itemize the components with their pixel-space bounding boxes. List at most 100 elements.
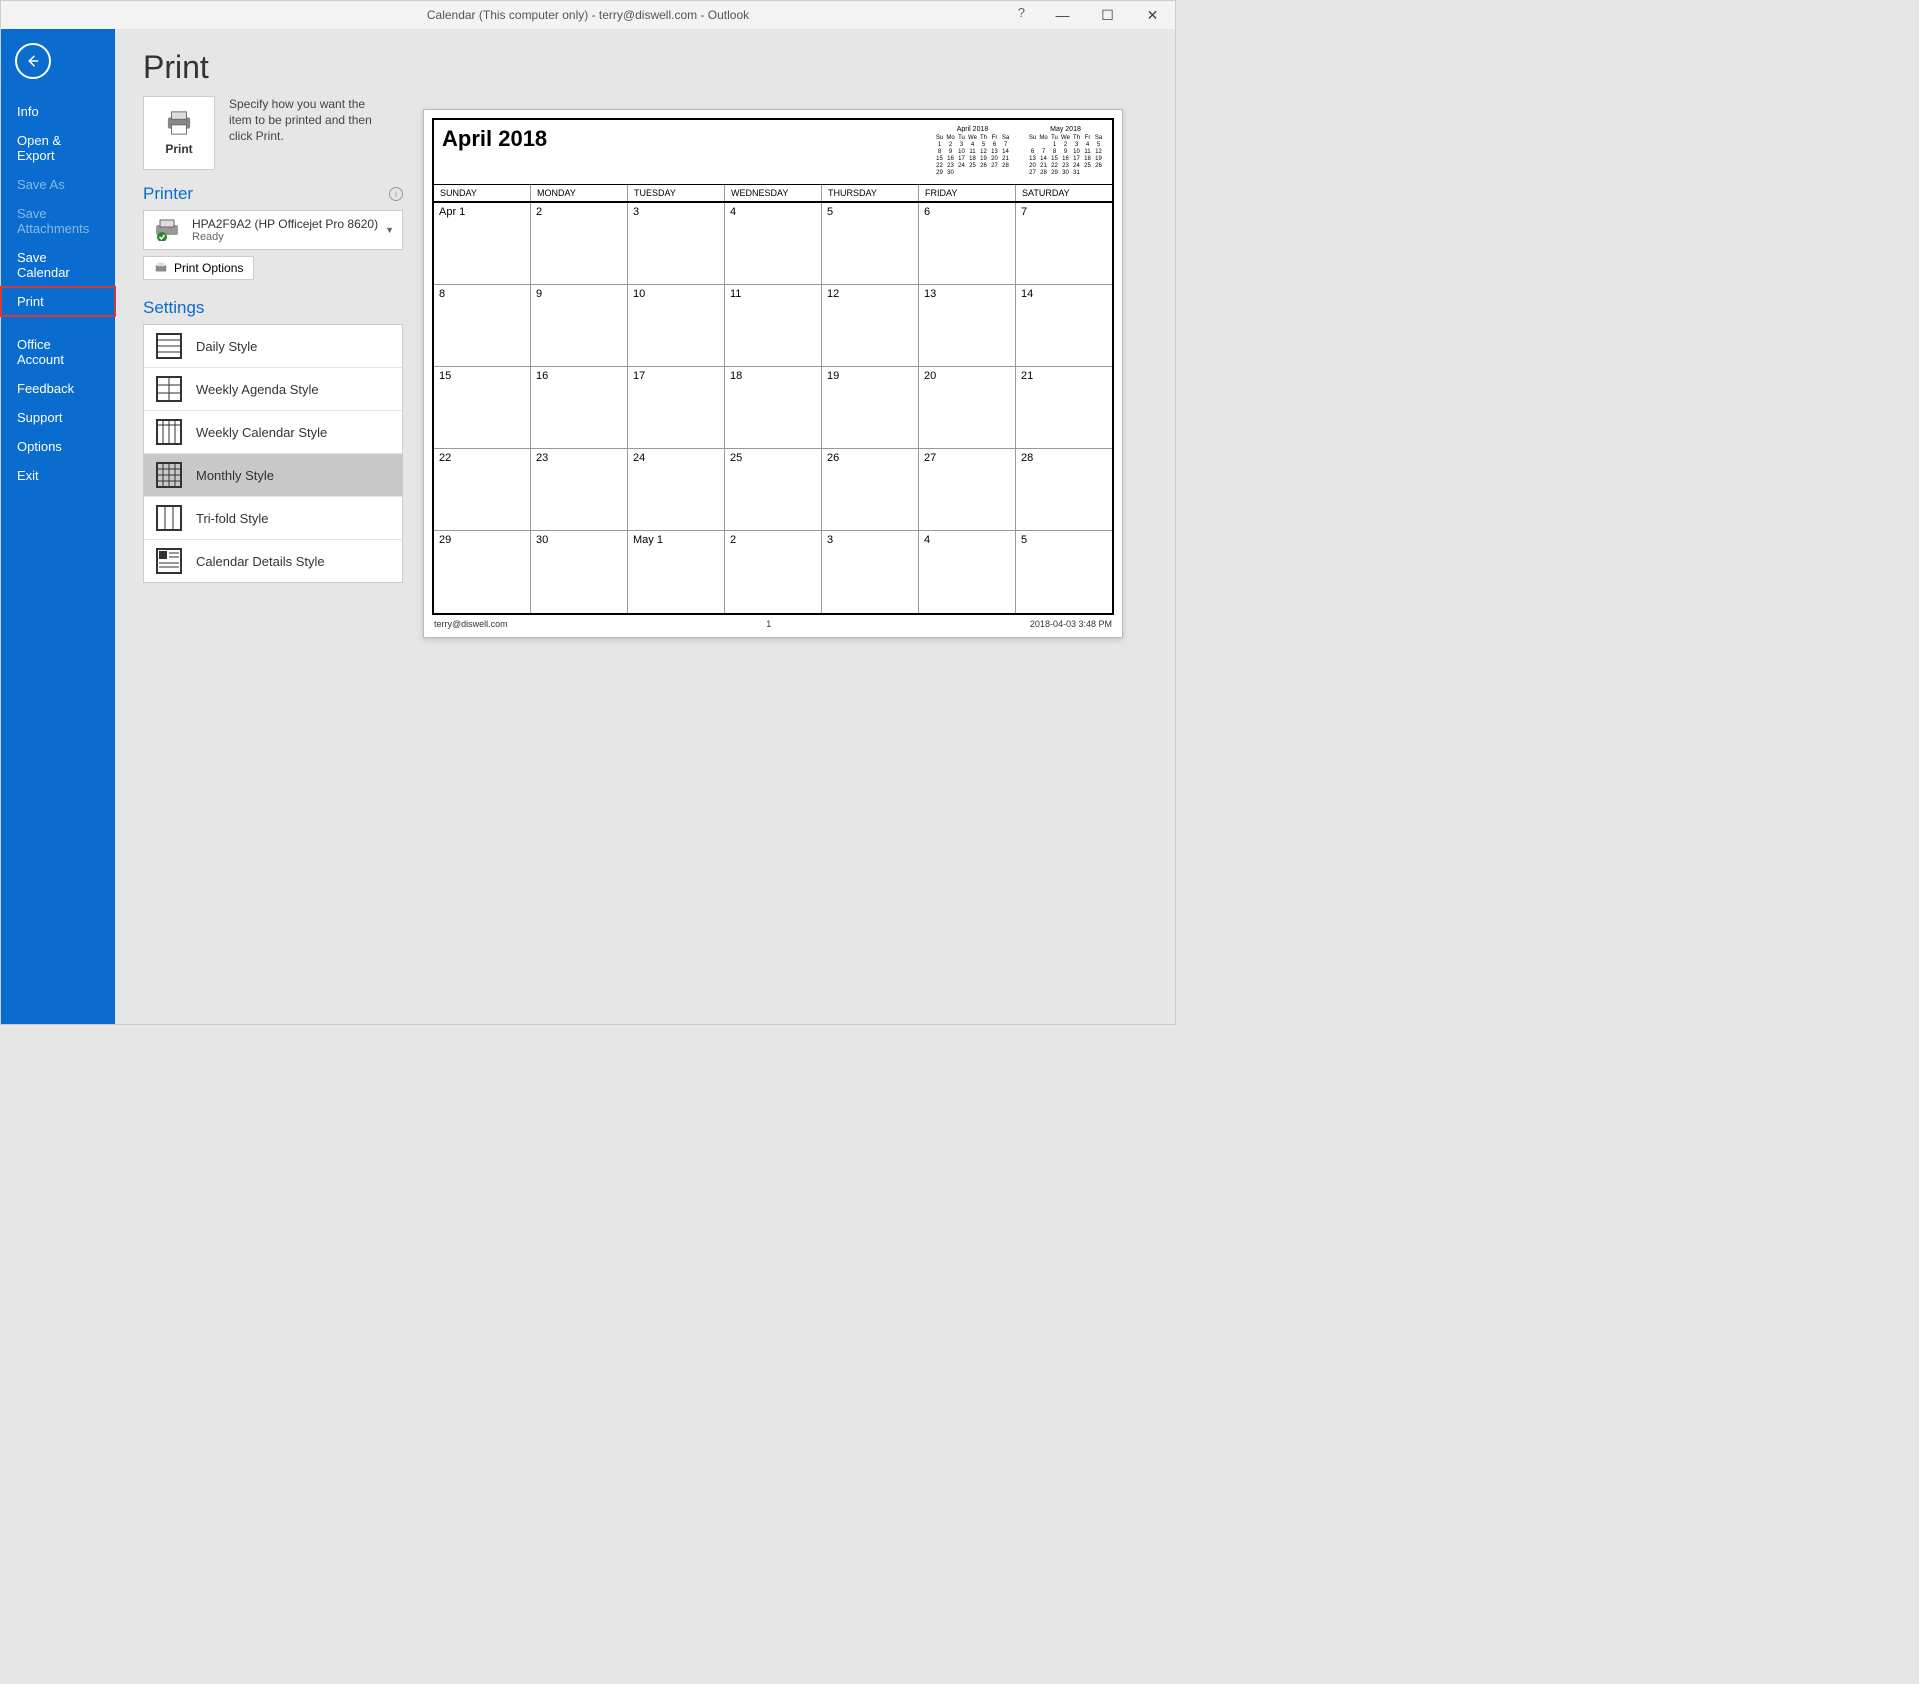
footer-timestamp: 2018-04-03 3:48 PM [1030,619,1112,629]
printer-status-icon [154,219,182,241]
style-label: Weekly Agenda Style [196,382,319,397]
calendar-cell: 4 [725,203,822,285]
calendar-row: 891011121314 [434,285,1112,367]
calendar-cell: 17 [628,367,725,449]
calendar-cell: 3 [628,203,725,285]
style-daily-style[interactable]: Daily Style [144,325,402,368]
calendar-cell: 27 [919,449,1016,531]
calendar-cell: 2 [531,203,628,285]
sidebar-item-exit[interactable]: Exit [1,461,115,490]
print-settings-column: Print Print Specify how you want the ite… [143,49,403,1024]
main-pane: Print Print Specify how you want the ite… [115,29,1175,1024]
preview-footer: terry@diswell.com 1 2018-04-03 3:48 PM [432,615,1114,629]
calendar-cell: 11 [725,285,822,367]
calendar-cell: 26 [822,449,919,531]
style-icon [156,333,182,359]
calendar-cell: 25 [725,449,822,531]
style-icon [156,419,182,445]
back-button[interactable] [15,43,51,79]
calendar-cell: 28 [1016,449,1112,531]
calendar-grid: Apr 123456789101112131415161718192021222… [432,203,1114,615]
calendar-cell: 9 [531,285,628,367]
style-icon [156,462,182,488]
calendar-cell: 13 [919,285,1016,367]
style-monthly-style[interactable]: Monthly Style [144,454,402,497]
calendar-cell: 4 [919,531,1016,613]
sidebar-item-save-attachments: Save Attachments [1,199,115,243]
style-label: Tri-fold Style [196,511,268,526]
style-calendar-details-style[interactable]: Calendar Details Style [144,540,402,582]
minimize-button[interactable]: — [1040,1,1085,29]
mini-calendars: April 2018SuMoTuWeThFrSa1234567891011121… [934,126,1104,176]
calendar-cell: 19 [822,367,919,449]
day-header: TUESDAY [628,185,725,201]
calendar-cell: 15 [434,367,531,449]
print-preview-page: April 2018 April 2018SuMoTuWeThFrSa12345… [423,109,1123,638]
calendar-cell: 22 [434,449,531,531]
maximize-button[interactable]: ☐ [1085,1,1130,29]
sidebar-item-print[interactable]: Print [1,287,115,316]
calendar-row: 15161718192021 [434,367,1112,449]
calendar-cell: 12 [822,285,919,367]
calendar-cell: 23 [531,449,628,531]
style-tri-fold-style[interactable]: Tri-fold Style [144,497,402,540]
calendar-cell: 18 [725,367,822,449]
calendar-cell: 5 [822,203,919,285]
titlebar: Calendar (This computer only) - terry@di… [1,1,1175,29]
print-options-icon [154,261,168,275]
calendar-cell: Apr 1 [434,203,531,285]
close-button[interactable]: ✕ [1130,1,1175,29]
sidebar-item-feedback[interactable]: Feedback [1,374,115,403]
info-icon[interactable]: i [389,187,403,201]
mini-calendar: April 2018SuMoTuWeThFrSa1234567891011121… [934,126,1011,176]
printer-section-header: Printer i [143,184,403,204]
printer-dropdown[interactable]: HPA2F9A2 (HP Officejet Pro 8620) Ready ▼ [143,210,403,250]
page-title: Print [143,49,403,86]
style-label: Weekly Calendar Style [196,425,327,440]
calendar-cell: 14 [1016,285,1112,367]
sidebar-item-open-export[interactable]: Open & Export [1,126,115,170]
mini-calendar: May 2018SuMoTuWeThFrSa123456789101112131… [1027,126,1104,176]
help-icon[interactable]: ? [1018,5,1025,20]
calendar-cell: 5 [1016,531,1112,613]
style-icon [156,376,182,402]
style-icon [156,548,182,574]
print-description: Specify how you want the item to be prin… [229,96,379,170]
style-label: Daily Style [196,339,257,354]
printer-status: Ready [192,231,378,243]
calendar-row: 2930May 12345 [434,531,1112,613]
calendar-cell: May 1 [628,531,725,613]
calendar-cell: 3 [822,531,919,613]
calendar-cell: 21 [1016,367,1112,449]
style-weekly-calendar-style[interactable]: Weekly Calendar Style [144,411,402,454]
style-label: Monthly Style [196,468,274,483]
day-header-row: SUNDAYMONDAYTUESDAYWEDNESDAYTHURSDAYFRID… [432,184,1114,203]
print-button[interactable]: Print [143,96,215,170]
style-weekly-agenda-style[interactable]: Weekly Agenda Style [144,368,402,411]
calendar-cell: 30 [531,531,628,613]
print-options-button[interactable]: Print Options [143,256,254,280]
day-header: FRIDAY [919,185,1016,201]
sidebar-item-office-account[interactable]: Office Account [1,330,115,374]
sidebar-item-save-as: Save As [1,170,115,199]
calendar-cell: 10 [628,285,725,367]
sidebar-item-options[interactable]: Options [1,432,115,461]
sidebar-item-save-calendar[interactable]: Save Calendar [1,243,115,287]
arrow-left-icon [24,52,42,70]
outlook-backstage-window: Calendar (This computer only) - terry@di… [0,0,1176,1025]
calendar-cell: 24 [628,449,725,531]
calendar-month-title: April 2018 [442,126,547,152]
sidebar-item-info[interactable]: Info [1,97,115,126]
footer-page-number: 1 [766,619,771,629]
style-label: Calendar Details Style [196,554,325,569]
calendar-cell: 6 [919,203,1016,285]
sidebar-item-support[interactable]: Support [1,403,115,432]
settings-section-header: Settings [143,298,403,318]
calendar-cell: 29 [434,531,531,613]
day-header: MONDAY [531,185,628,201]
calendar-cell: 16 [531,367,628,449]
calendar-row: 22232425262728 [434,449,1112,531]
backstage-sidebar: InfoOpen & ExportSave AsSave Attachments… [1,29,115,1024]
style-list: Daily Style Weekly Agenda Style Weekly Cal… [143,324,403,583]
footer-email: terry@diswell.com [434,619,508,629]
